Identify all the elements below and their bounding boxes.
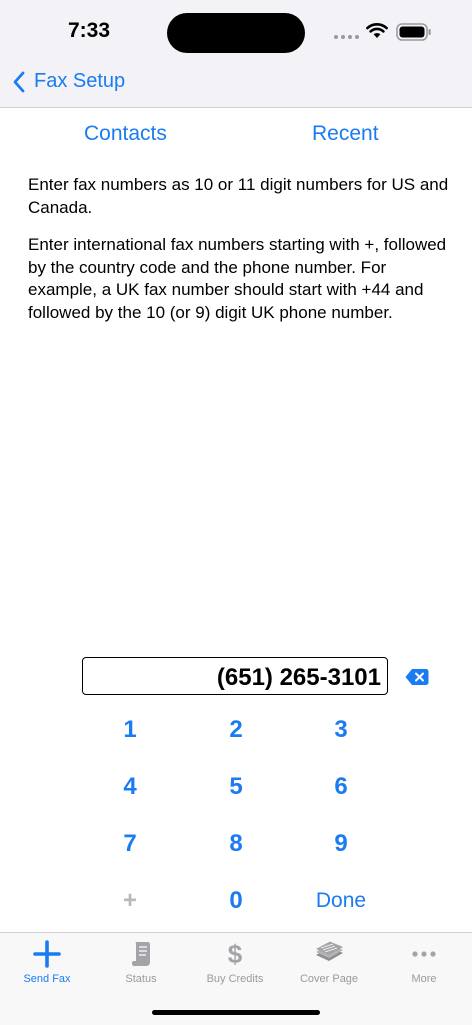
status-time: 7:33 (68, 19, 111, 42)
back-button-label: Fax Setup (34, 70, 126, 92)
fax-number-field[interactable]: (651) 265-3101 (82, 657, 388, 695)
recent-button[interactable]: Recent (312, 122, 379, 146)
key-3[interactable]: 3 (296, 709, 386, 751)
instructions-text: Enter fax numbers as 10 or 11 digit numb… (28, 174, 453, 339)
scroll-icon (132, 942, 150, 966)
tab-label: More (411, 973, 437, 985)
chevron-left-icon (13, 71, 25, 92)
tab-send-fax[interactable]: Send Fax (0, 933, 94, 993)
key-0[interactable]: 0 (191, 880, 281, 922)
more-dots-icon (412, 951, 436, 957)
tab-more[interactable]: More (377, 933, 471, 993)
done-button[interactable]: Done (296, 880, 386, 922)
tab-label: Status (125, 973, 157, 985)
tab-cover-page[interactable]: Cover Page (282, 933, 376, 993)
key-6[interactable]: 6 (296, 766, 386, 808)
key-5[interactable]: 5 (191, 766, 281, 808)
key-plus[interactable]: + (85, 880, 175, 922)
key-1[interactable]: 1 (85, 709, 175, 751)
key-8[interactable]: 8 (191, 823, 281, 865)
tab-label: Cover Page (299, 973, 359, 985)
top-bar: 7:33 Fax Setup (0, 0, 472, 108)
papers-icon (316, 941, 343, 961)
svg-text:$: $ (228, 940, 243, 968)
tab-label: Buy Credits (206, 973, 264, 985)
tab-status[interactable]: Status (94, 933, 188, 993)
tab-label: Send Fax (23, 973, 71, 985)
dollar-icon: $ (228, 940, 243, 968)
plus-icon (33, 940, 61, 968)
battery-icon (396, 23, 431, 41)
key-2[interactable]: 2 (191, 709, 281, 751)
home-indicator (152, 1010, 320, 1015)
key-7[interactable]: 7 (85, 823, 175, 865)
wifi-icon (366, 23, 388, 38)
instructions-paragraph-international: Enter international fax numbers starting… (28, 235, 447, 322)
backspace-icon[interactable] (405, 668, 429, 686)
signal-icon (334, 35, 359, 39)
tab-buy-credits[interactable]: $ Buy Credits (188, 933, 282, 993)
dynamic-island (167, 13, 305, 53)
back-button[interactable]: Fax Setup (12, 70, 125, 93)
contacts-button[interactable]: Contacts (84, 122, 167, 146)
key-4[interactable]: 4 (85, 766, 175, 808)
key-9[interactable]: 9 (296, 823, 386, 865)
instructions-paragraph-us: Enter fax numbers as 10 or 11 digit numb… (28, 175, 449, 217)
